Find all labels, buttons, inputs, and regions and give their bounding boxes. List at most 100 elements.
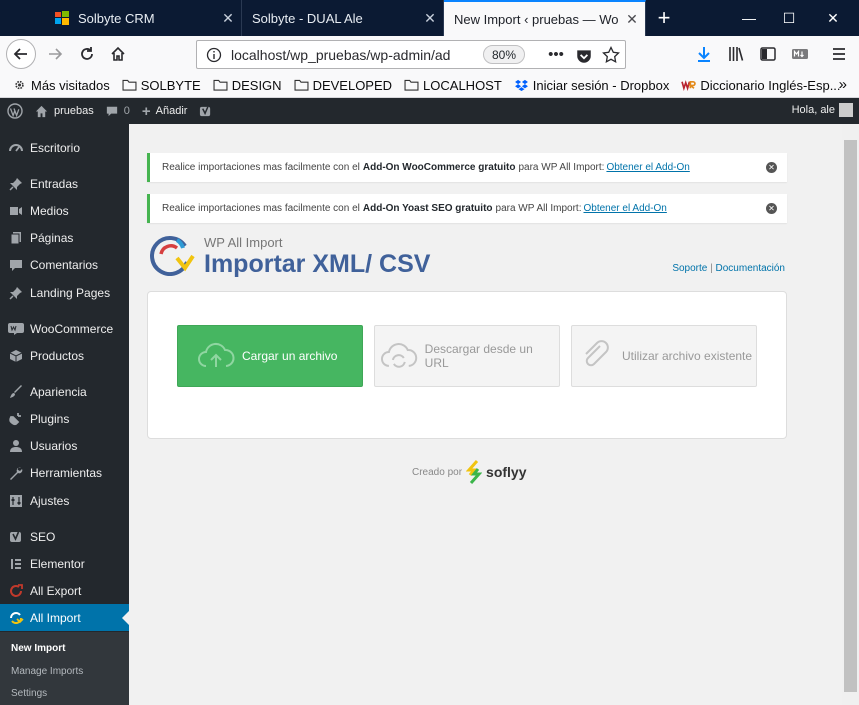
url-text[interactable]: localhost/wp_pruebas/wp-admin/ad xyxy=(231,47,471,63)
sidebar-item-entradas[interactable]: Entradas xyxy=(0,170,129,197)
download-from-url-label: Descargar desde un URL xyxy=(424,342,533,370)
upload-file-label: Cargar un archivo xyxy=(242,349,338,363)
plus-icon: + xyxy=(141,102,151,120)
sidebar-item-elementor[interactable]: Elementor xyxy=(0,550,129,577)
add-new-link[interactable]: + Añadir xyxy=(142,103,188,120)
sidebar-item-label: Productos xyxy=(30,348,85,363)
plugin-name: WP All Import xyxy=(204,235,283,250)
submenu-manage-imports[interactable]: Manage Imports xyxy=(11,666,83,677)
scrollbar-thumb[interactable] xyxy=(844,140,857,692)
sidebar-item-apariencia[interactable]: Apariencia xyxy=(0,378,129,405)
sidebar-item-medios[interactable]: Medios xyxy=(0,197,129,224)
info-icon[interactable] xyxy=(206,47,222,63)
close-icon[interactable]: ✕ xyxy=(215,10,241,27)
markdown-extension-icon[interactable] xyxy=(791,45,809,63)
footer-credit: Creado por soflyy xyxy=(412,460,527,484)
sidebar-item-usuarios[interactable]: Usuarios xyxy=(0,432,129,459)
sidebar-item-herramientas[interactable]: Herramientas xyxy=(0,459,129,486)
minimize-button[interactable]: — xyxy=(729,0,769,36)
new-tab-button[interactable]: + xyxy=(650,0,678,36)
close-icon[interactable]: ✕ xyxy=(417,10,443,27)
sidebar-item-paginas[interactable]: Páginas xyxy=(0,224,129,251)
use-existing-file-button[interactable]: Utilizar archivo existente xyxy=(571,325,757,387)
folder-icon xyxy=(213,79,228,91)
library-icon[interactable] xyxy=(727,45,745,63)
admin-sidebar: Escritorio Entradas Medios Páginas Comen… xyxy=(0,124,129,705)
url-bar[interactable]: localhost/wp_pruebas/wp-admin/ad 80% ••• xyxy=(196,40,626,69)
sidebar-toggle-icon[interactable] xyxy=(759,45,777,63)
add-new-label: Añadir xyxy=(155,105,188,117)
get-addon-link[interactable]: Obtener el Add-On xyxy=(583,203,666,214)
sidebar-item-productos[interactable]: Productos xyxy=(0,342,129,369)
close-window-button[interactable]: ✕ xyxy=(813,0,853,36)
close-icon[interactable]: ✕ xyxy=(619,11,645,28)
page-scrollbar[interactable] xyxy=(842,124,859,705)
soflyy-brand[interactable]: soflyy xyxy=(486,464,526,480)
home-button[interactable] xyxy=(103,39,133,69)
maximize-button[interactable]: ☐ xyxy=(769,0,809,36)
sidebar-item-comentarios[interactable]: Comentarios xyxy=(0,251,129,278)
close-icon[interactable]: ✕ xyxy=(766,203,777,214)
tab-solbyte-crm[interactable]: Solbyte CRM ✕ xyxy=(40,0,242,36)
support-link[interactable]: Soporte xyxy=(672,263,707,274)
sidebar-item-landing-pages[interactable]: Landing Pages xyxy=(0,279,129,306)
all-import-submenu: New Import Manage Imports Settings xyxy=(0,632,129,705)
bookmark-solbyte[interactable]: SOLBYTE xyxy=(122,78,201,93)
upload-file-button[interactable]: Cargar un archivo xyxy=(177,325,363,387)
bookmark-mas-visitados[interactable]: Más visitados xyxy=(12,78,110,93)
forward-button[interactable] xyxy=(40,39,70,69)
sidebar-item-woocommerce[interactable]: WooCommerce xyxy=(0,315,129,342)
get-addon-link[interactable]: Obtener el Add-On xyxy=(606,162,689,173)
bookmark-label: Iniciar sesión - Dropbox xyxy=(532,77,670,93)
page-actions-icon[interactable]: ••• xyxy=(547,46,565,64)
comments-link[interactable]: 0 xyxy=(106,105,130,117)
bookmark-localhost[interactable]: LOCALHOST xyxy=(404,78,502,93)
bookmark-design[interactable]: DESIGN xyxy=(213,78,282,93)
submenu-settings[interactable]: Settings xyxy=(11,688,47,699)
folder-icon xyxy=(404,79,419,91)
sidebar-item-label: Entradas xyxy=(30,176,79,191)
menu-icon[interactable] xyxy=(830,45,848,63)
bookmark-developed[interactable]: DEVELOPED xyxy=(294,78,392,93)
documentation-link[interactable]: Documentación xyxy=(716,263,785,274)
sidebar-item-label: Landing Pages xyxy=(30,285,111,300)
zoom-indicator[interactable]: 80% xyxy=(483,45,526,64)
sidebar-item-label: Apariencia xyxy=(30,384,87,399)
submenu-new-import[interactable]: New Import xyxy=(11,643,65,654)
close-icon[interactable]: ✕ xyxy=(766,162,777,173)
import-source-panel: Cargar un archivo Descargar desde un URL… xyxy=(147,291,787,439)
greeting[interactable]: Hola, ale xyxy=(792,104,835,116)
avatar[interactable] xyxy=(839,103,853,117)
yoast-adminbar-link[interactable] xyxy=(199,105,212,118)
back-button[interactable] xyxy=(6,39,36,69)
sidebar-item-label: Plugins xyxy=(30,411,70,426)
folder-icon xyxy=(122,79,137,91)
site-name: pruebas xyxy=(54,105,94,117)
sidebar-item-label: Escritorio xyxy=(30,140,81,155)
bookmark-wordreference[interactable]: Diccionario Inglés-Esp... xyxy=(681,78,841,93)
tab-solbyte-dual[interactable]: Solbyte - DUAL Ale ✕ xyxy=(242,0,444,36)
site-name-link[interactable]: pruebas xyxy=(35,105,94,118)
star-icon[interactable] xyxy=(602,46,620,64)
download-from-url-button[interactable]: Descargar desde un URL xyxy=(374,325,560,387)
wordpress-icon[interactable] xyxy=(7,103,23,119)
download-icon[interactable] xyxy=(695,45,713,63)
notice-text: para WP All Import: xyxy=(495,203,582,214)
sidebar-item-all-import[interactable]: All Import xyxy=(0,604,129,631)
sidebar-item-all-export[interactable]: All Export xyxy=(0,577,129,604)
pocket-icon[interactable] xyxy=(575,47,593,65)
tab-title: Solbyte - DUAL Ale xyxy=(252,10,363,26)
reload-button[interactable] xyxy=(72,39,102,69)
sidebar-item-seo[interactable]: SEO xyxy=(0,523,129,550)
sidebar-item-escritorio[interactable]: Escritorio xyxy=(0,134,129,161)
notice-text: Realice importaciones mas facilmente con… xyxy=(162,203,360,214)
dropbox-icon xyxy=(514,79,528,91)
pin-icon xyxy=(6,177,26,191)
sidebar-item-ajustes[interactable]: Ajustes xyxy=(0,487,129,514)
bookmark-dropbox[interactable]: Iniciar sesión - Dropbox xyxy=(514,77,670,93)
chevron-right-icon[interactable]: » xyxy=(839,76,847,93)
tab-new-import[interactable]: New Import ‹ pruebas — Word ✕ xyxy=(444,0,646,36)
sidebar-item-plugins[interactable]: Plugins xyxy=(0,405,129,432)
folder-icon xyxy=(294,79,309,91)
user-icon xyxy=(6,439,26,453)
